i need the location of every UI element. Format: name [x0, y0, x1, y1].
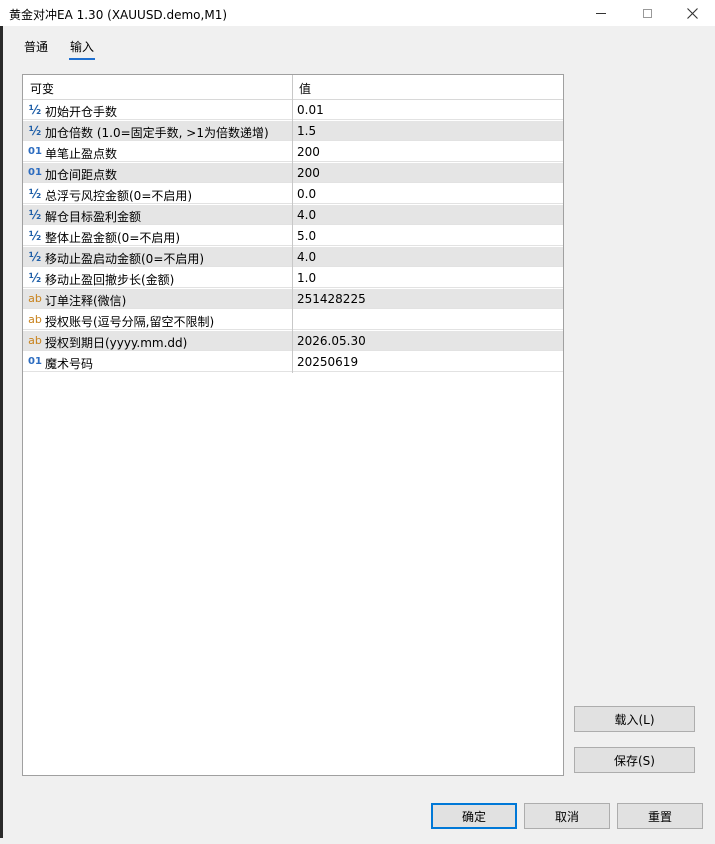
background-chart-edge — [0, 26, 3, 844]
parameter-value[interactable]: 4.0 — [297, 250, 316, 264]
tab-general[interactable]: 普通 — [24, 38, 48, 55]
minimize-icon — [596, 12, 606, 14]
parameter-value[interactable]: 2026.05.30 — [297, 334, 366, 348]
maximize-button[interactable] — [624, 0, 670, 26]
parameter-value[interactable]: 1.5 — [297, 124, 316, 138]
parameter-value[interactable]: 20250619 — [297, 355, 358, 369]
background-strip — [0, 838, 715, 844]
double-type-icon: ½ — [28, 103, 42, 117]
parameter-name: 初始开仓手数 — [45, 105, 118, 119]
string-type-icon: ab — [28, 292, 42, 305]
tab-inputs-label: 输入 — [70, 40, 95, 54]
grid-row[interactable]: ½ 移动止盈启动金额(0=不启用) 4.0 — [23, 247, 563, 267]
grid-row[interactable]: ½ 初始开仓手数 0.01 — [23, 100, 563, 120]
parameter-name: 授权到期日(yyyy.mm.dd) — [45, 336, 188, 350]
grid-row[interactable]: ab 订单注释(微信) 251428225 — [23, 289, 563, 309]
parameter-name: 加仓间距点数 — [45, 168, 118, 182]
parameter-value[interactable]: 1.0 — [297, 271, 316, 285]
string-type-icon: ab — [28, 313, 42, 326]
double-type-icon: ½ — [28, 187, 42, 201]
parameter-value[interactable]: 200 — [297, 166, 320, 180]
parameter-name: 订单注释(微信) — [45, 294, 127, 308]
grid-row[interactable]: 01 单笔止盈点数 200 — [23, 142, 563, 162]
integer-type-icon: 01 — [28, 167, 42, 178]
parameter-name: 授权账号(逗号分隔,留空不限制) — [45, 315, 215, 329]
double-type-icon: ½ — [28, 229, 42, 243]
parameter-value[interactable]: 4.0 — [297, 208, 316, 222]
close-button[interactable] — [669, 0, 715, 26]
grid-row[interactable]: ½ 整体止盈金额(0=不启用) 5.0 — [23, 226, 563, 246]
grid-row[interactable]: ½ 解仓目标盈利金额 4.0 — [23, 205, 563, 225]
parameter-name: 整体止盈金额(0=不启用) — [45, 231, 181, 245]
save-button[interactable]: 保存(S) — [574, 747, 695, 773]
double-type-icon: ½ — [28, 124, 42, 138]
grid-header: 可变 值 — [23, 75, 563, 100]
grid-row[interactable]: ab 授权账号(逗号分隔,留空不限制) — [23, 310, 563, 330]
grid-row[interactable]: ½ 加仓倍数 (1.0=固定手数, >1为倍数递增) 1.5 — [23, 121, 563, 141]
grid-row[interactable]: ½ 移动止盈回撤步长(金额) 1.0 — [23, 268, 563, 288]
parameter-name: 移动止盈启动金额(0=不启用) — [45, 252, 205, 266]
inputs-grid[interactable]: 可变 值 ½ 初始开仓手数 0.01 ½ 加仓倍数 (1.0=固定手数, >1为倍数递增… — [22, 74, 564, 776]
parameter-name: 加仓倍数 (1.0=固定手数, >1为倍数递增) — [45, 126, 269, 140]
minimize-button[interactable] — [578, 0, 624, 26]
parameter-value[interactable]: 0.01 — [297, 103, 324, 117]
ok-button[interactable]: 确定 — [431, 803, 517, 829]
grid-row[interactable]: 01 加仓间距点数 200 — [23, 163, 563, 183]
active-tab-indicator — [69, 58, 96, 60]
column-header-value[interactable]: 值 — [299, 80, 311, 97]
parameter-name: 移动止盈回撤步长(金额) — [45, 273, 175, 287]
grid-row[interactable]: ½ 总浮亏风控金额(0=不启用) 0.0 — [23, 184, 563, 204]
column-header-parameter[interactable]: 可变 — [30, 80, 54, 97]
cancel-button[interactable]: 取消 — [524, 803, 610, 829]
double-type-icon: ½ — [28, 208, 42, 222]
integer-type-icon: 01 — [28, 356, 42, 367]
column-separator[interactable] — [292, 75, 293, 373]
parameter-value[interactable]: 0.0 — [297, 187, 316, 201]
maximize-icon — [642, 8, 652, 18]
tab-inputs[interactable]: 输入 — [69, 38, 96, 60]
close-icon — [686, 7, 698, 19]
string-type-icon: ab — [28, 334, 42, 347]
parameter-value[interactable]: 5.0 — [297, 229, 316, 243]
integer-type-icon: 01 — [28, 146, 42, 157]
window-title: 黄金对冲EA 1.30 (XAUUSD.demo,M1) — [9, 8, 228, 22]
parameter-value[interactable]: 200 — [297, 145, 320, 159]
double-type-icon: ½ — [28, 271, 42, 285]
load-button[interactable]: 载入(L) — [574, 706, 695, 732]
parameter-name: 魔术号码 — [45, 357, 94, 371]
parameter-name: 单笔止盈点数 — [45, 147, 118, 161]
reset-button[interactable]: 重置 — [617, 803, 703, 829]
title-bar: 黄金对冲EA 1.30 (XAUUSD.demo,M1) — [0, 0, 715, 26]
grid-row[interactable]: ab 授权到期日(yyyy.mm.dd) 2026.05.30 — [23, 331, 563, 351]
parameter-name: 解仓目标盈利金额 — [45, 210, 142, 224]
grid-row[interactable]: 01 魔术号码 20250619 — [23, 352, 563, 372]
parameter-value[interactable]: 251428225 — [297, 292, 366, 306]
parameter-name: 总浮亏风控金额(0=不启用) — [45, 189, 193, 203]
double-type-icon: ½ — [28, 250, 42, 264]
